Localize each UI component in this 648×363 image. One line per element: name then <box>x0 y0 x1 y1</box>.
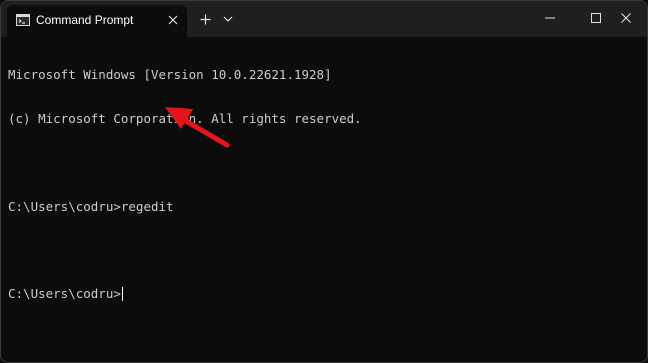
tab-dropdown-button[interactable] <box>218 9 238 29</box>
red-arrow-icon <box>165 107 230 148</box>
tab-command-prompt[interactable]: Command Prompt <box>7 5 187 37</box>
terminal-line: Microsoft Windows [Version 10.0.22621.19… <box>8 67 332 83</box>
title-bar[interactable]: Command Prompt <box>1 1 647 37</box>
tab-title: Command Prompt <box>36 13 134 27</box>
minimize-button[interactable] <box>527 1 573 35</box>
prompt-line[interactable]: C:\Users\codru> <box>8 286 638 302</box>
plus-icon <box>200 14 210 24</box>
terminal-window: Command Prompt Microsoft Windows [Versio… <box>0 0 648 363</box>
close-button[interactable] <box>603 1 647 35</box>
terminal-icon <box>16 14 30 26</box>
text-cursor <box>121 287 123 302</box>
prompt-text: C:\Users\codru> <box>8 286 121 302</box>
terminal-line: (c) Microsoft Corporation. All rights re… <box>8 110 362 126</box>
close-icon <box>168 15 178 25</box>
terminal-output[interactable]: Microsoft Windows [Version 10.0.22621.19… <box>8 39 638 331</box>
maximize-icon <box>591 13 601 23</box>
close-icon <box>621 13 631 23</box>
minimize-icon <box>545 17 555 19</box>
terminal-line: C:\Users\codru>regedit <box>8 198 174 214</box>
new-tab-button[interactable] <box>195 9 215 29</box>
chevron-down-icon <box>223 16 233 22</box>
tab-close-button[interactable] <box>165 12 181 28</box>
